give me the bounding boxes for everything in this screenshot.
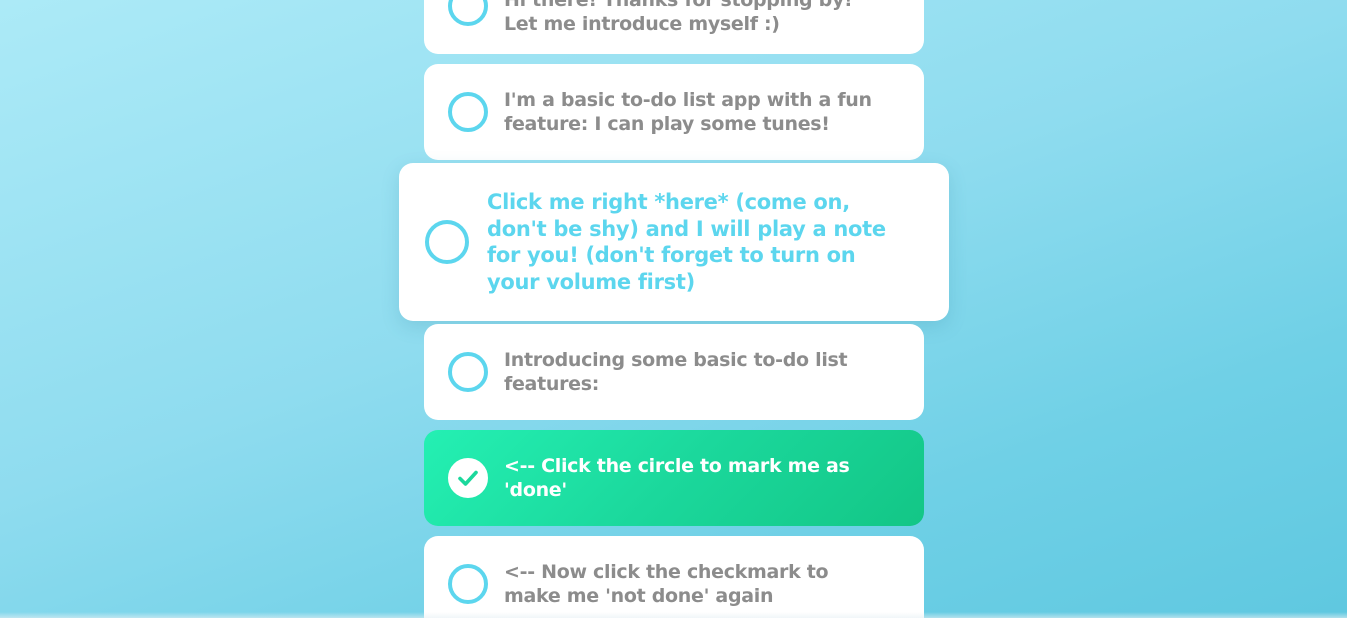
todo-text[interactable]: <-- Now click the checkmark to make me '… xyxy=(504,560,874,608)
todo-text[interactable]: I'm a basic to-do list app with a fun fe… xyxy=(504,88,874,136)
toggle-done-circle[interactable] xyxy=(425,220,469,264)
todo-item-highlighted[interactable]: Click me right *here* (come on, don't be… xyxy=(399,163,949,321)
toggle-done-checkmark[interactable] xyxy=(448,458,488,498)
todo-list: Hi there! Thanks for stopping by! Let me… xyxy=(0,0,1347,618)
check-icon xyxy=(458,470,478,486)
toggle-done-circle[interactable] xyxy=(448,352,488,392)
toggle-done-circle[interactable] xyxy=(448,0,488,26)
todo-item[interactable]: <-- Now click the checkmark to make me '… xyxy=(424,536,924,618)
bottom-edge-shade xyxy=(0,612,1347,618)
toggle-done-circle[interactable] xyxy=(448,564,488,604)
todo-item[interactable]: Hi there! Thanks for stopping by! Let me… xyxy=(424,0,924,54)
todo-text[interactable]: Click me right *here* (come on, don't be… xyxy=(487,189,897,295)
todo-text[interactable]: <-- Click the circle to mark me as 'done… xyxy=(504,454,874,502)
todo-item-done[interactable]: <-- Click the circle to mark me as 'done… xyxy=(424,430,924,526)
todo-text[interactable]: Introducing some basic to-do list featur… xyxy=(504,348,874,396)
todo-item[interactable]: I'm a basic to-do list app with a fun fe… xyxy=(424,64,924,160)
toggle-done-circle[interactable] xyxy=(448,92,488,132)
todo-item[interactable]: Introducing some basic to-do list featur… xyxy=(424,324,924,420)
todo-text[interactable]: Hi there! Thanks for stopping by! Let me… xyxy=(504,0,874,36)
